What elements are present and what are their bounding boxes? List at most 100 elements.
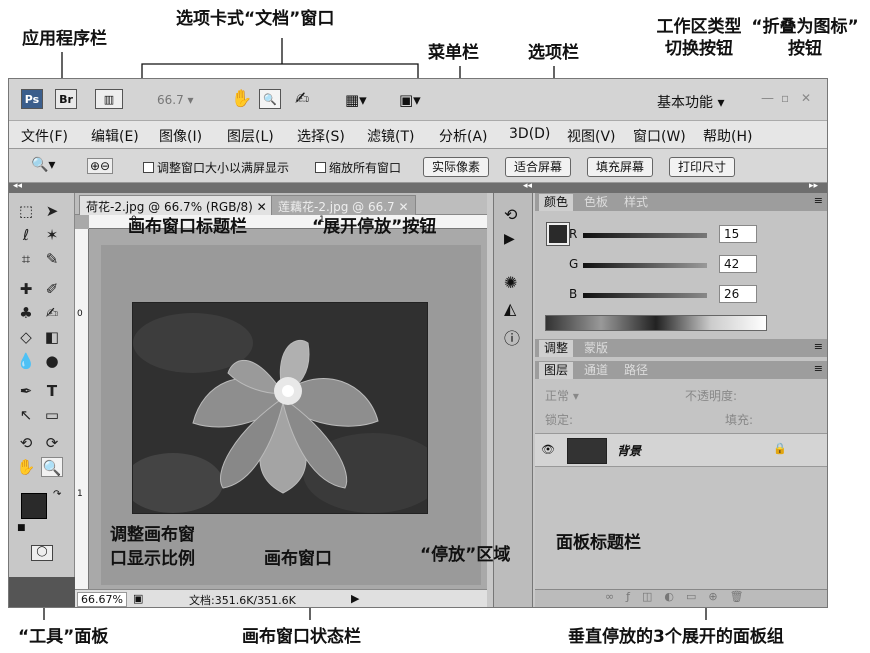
menu-analysis[interactable]: 分析(A)	[439, 126, 488, 146]
fit-screen-button[interactable]: 适合屏幕	[505, 157, 572, 177]
navigator-panel-icon[interactable]: ✺	[504, 273, 517, 292]
menu-edit[interactable]: 编辑(E)	[91, 126, 139, 146]
quick-mask-icon[interactable]: ◯	[31, 545, 53, 561]
close-tab-icon[interactable]: ✕	[257, 200, 267, 214]
brush-tool-icon[interactable]: ✐	[41, 279, 63, 299]
arrange-documents-icon[interactable]: ▦▾	[345, 91, 367, 109]
marquee-tool-icon[interactable]: ⬚	[15, 201, 37, 221]
blue-slider[interactable]: B 26	[569, 285, 809, 307]
layer-row-background[interactable]: 👁 背景 🔒	[535, 433, 827, 467]
history-panel-icon[interactable]: ⟲	[504, 205, 517, 224]
close-icon[interactable]: ✕	[801, 91, 811, 105]
menu-image[interactable]: 图像(I)	[159, 126, 202, 146]
blur-tool-icon[interactable]: 💧	[15, 351, 37, 371]
blue-slider-track[interactable]	[583, 293, 707, 298]
crop-tool-icon[interactable]: ⌗	[15, 249, 37, 269]
3d-rotate-icon[interactable]: ⟲	[15, 433, 37, 453]
healing-brush-icon[interactable]: ✚	[15, 279, 37, 299]
minimize-icon[interactable]: —	[761, 91, 774, 106]
opacity-field[interactable]: 不透明度:	[685, 387, 737, 404]
blue-value[interactable]: 26	[719, 285, 757, 303]
zoom-percentage[interactable]: 66.67%	[77, 592, 127, 607]
zoom-tool-icon[interactable]: 🔍	[41, 457, 63, 477]
actual-pixels-button[interactable]: 实际像素	[423, 157, 490, 177]
foreground-color-swatch[interactable]	[21, 493, 47, 519]
default-colors-icon[interactable]: ■	[17, 523, 26, 533]
hand-tool-icon[interactable]: ✋	[15, 457, 37, 477]
menu-select[interactable]: 选择(S)	[297, 126, 345, 146]
menu-view[interactable]: 视图(V)	[567, 126, 616, 146]
red-slider[interactable]: R 15	[569, 225, 809, 247]
panel-menu-icon[interactable]: ≡	[814, 362, 823, 375]
eye-icon[interactable]: 👁	[541, 443, 555, 456]
resize-windows-checkbox[interactable]: 调整窗口大小以满屏显示	[143, 159, 289, 176]
swap-colors-icon[interactable]: ↷	[53, 489, 61, 500]
document-tab-active[interactable]: 荷花-2.jpg @ 66.7% (RGB/8) ✕	[79, 195, 274, 215]
tab-color[interactable]: 颜色	[539, 194, 574, 211]
foreground-color-swatch[interactable]	[546, 222, 570, 246]
lock-options[interactable]: 锁定:	[545, 411, 573, 428]
zoom-level-select[interactable]: 66.7 ▾	[157, 93, 194, 107]
menu-3d[interactable]: 3D(D)	[509, 126, 550, 142]
eraser-icon[interactable]: ◇	[15, 327, 37, 347]
fill-screen-button[interactable]: 填充屏幕	[587, 157, 654, 177]
menu-window[interactable]: 窗口(W)	[633, 126, 686, 146]
red-slider-track[interactable]	[583, 233, 707, 238]
actions-panel-icon[interactable]: ▶	[504, 231, 515, 247]
menu-help[interactable]: 帮助(H)	[703, 126, 752, 146]
document-tab-inactive[interactable]: 莲藕花-2.jpg @ 66.7 ✕	[271, 195, 416, 215]
zoom-tool-icon[interactable]: 🔍	[259, 89, 281, 109]
tab-paths[interactable]: 路径	[619, 362, 653, 379]
menu-filter[interactable]: 滤镜(T)	[367, 126, 414, 146]
lasso-tool-icon[interactable]: ℓ	[15, 225, 37, 245]
tab-swatches[interactable]: 色板	[579, 194, 613, 211]
history-brush-icon[interactable]: ✍	[41, 303, 63, 323]
path-select-icon[interactable]: ↖	[15, 405, 37, 425]
tab-adjustments[interactable]: 调整	[539, 340, 574, 357]
blend-mode-select[interactable]: 正常 ▾	[545, 387, 579, 404]
dodge-tool-icon[interactable]: ●	[41, 351, 63, 371]
menu-file[interactable]: 文件(F)	[21, 126, 68, 146]
magic-wand-icon[interactable]: ✶	[41, 225, 63, 245]
move-tool-icon[interactable]: ➤	[41, 201, 63, 221]
status-menu-arrow-icon[interactable]: ▶	[351, 592, 359, 605]
hand-tool-icon[interactable]: ✋	[231, 89, 252, 109]
close-tab-icon[interactable]: ✕	[399, 200, 409, 214]
maximize-icon[interactable]: ▫	[781, 91, 789, 105]
menu-layer[interactable]: 图层(L)	[227, 126, 274, 146]
eyedropper-icon[interactable]: ✎	[41, 249, 63, 269]
workspace-switcher[interactable]: 基本功能 ▾	[657, 92, 724, 112]
panel-menu-icon[interactable]: ≡	[814, 340, 823, 353]
histogram-panel-icon[interactable]: ◭	[504, 299, 516, 318]
zoom-all-checkbox[interactable]: 缩放所有窗口	[315, 159, 401, 176]
screen-mode-icon[interactable]: ▣▾	[399, 91, 421, 109]
tab-styles[interactable]: 样式	[619, 194, 653, 211]
rotate-view-icon[interactable]: ✍	[295, 89, 309, 109]
tool-preset-icon[interactable]: 🔍▾	[31, 157, 55, 173]
panel-menu-icon[interactable]: ≡	[814, 194, 823, 207]
3d-orbit-icon[interactable]: ⟳	[41, 433, 63, 453]
expand-dock-icon[interactable]: ◂◂	[523, 181, 532, 191]
red-value[interactable]: 15	[719, 225, 757, 243]
green-value[interactable]: 42	[719, 255, 757, 273]
type-tool-icon[interactable]: T	[41, 381, 63, 401]
zoom-in-icon[interactable]: ⊕⊖	[87, 158, 114, 174]
layers-footer-icons[interactable]: ∞ƒ◫◐▭⊕🗑	[535, 589, 827, 607]
status-icon[interactable]: ▣	[133, 592, 143, 605]
shape-tool-icon[interactable]: ▭	[41, 405, 63, 425]
color-ramp[interactable]	[545, 315, 767, 331]
view-extras-button[interactable]: ▥	[95, 89, 123, 109]
tab-channels[interactable]: 通道	[579, 362, 613, 379]
gradient-icon[interactable]: ◧	[41, 327, 63, 347]
fill-field[interactable]: 填充:	[725, 411, 753, 428]
bridge-button[interactable]: Br	[55, 89, 77, 109]
green-slider[interactable]: G 42	[569, 255, 809, 277]
collapse-to-icons-icon[interactable]: ▸▸	[809, 181, 818, 191]
print-size-button[interactable]: 打印尺寸	[669, 157, 736, 177]
ps-logo[interactable]: Ps	[21, 89, 43, 109]
tab-masks[interactable]: 蒙版	[579, 340, 613, 357]
tab-layers[interactable]: 图层	[539, 362, 574, 379]
pen-tool-icon[interactable]: ✒	[15, 381, 37, 401]
clone-stamp-icon[interactable]: ♣	[15, 303, 37, 323]
green-slider-track[interactable]	[583, 263, 707, 268]
